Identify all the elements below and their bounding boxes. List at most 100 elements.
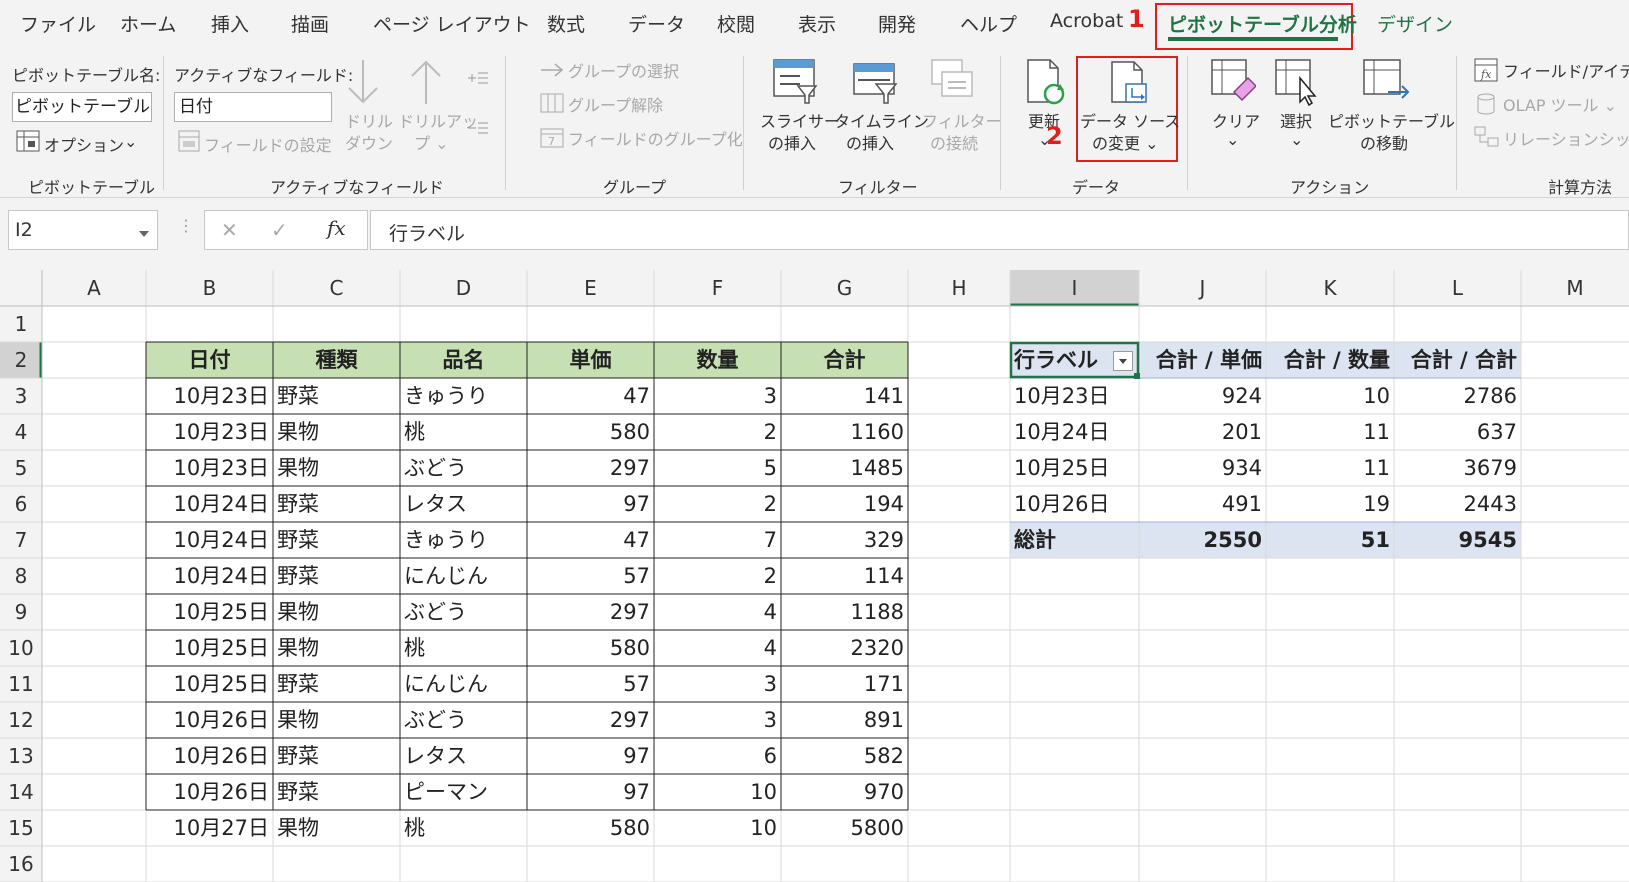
pivot-header-cell[interactable]: 合計 / 合計 <box>1398 342 1517 378</box>
table-header-cell[interactable]: 合計 <box>785 342 904 378</box>
drag-handle-icon[interactable]: ⋮ <box>178 216 194 235</box>
change-data-source-line1[interactable]: データ ソース <box>1080 108 1180 132</box>
table-cell[interactable]: 野菜 <box>277 738 396 774</box>
drill-down-line1[interactable]: ドリル <box>345 108 393 132</box>
table-cell[interactable]: 桃 <box>404 414 523 450</box>
tab-developer[interactable]: 開発 <box>878 10 916 37</box>
column-header-a[interactable]: A <box>42 270 146 306</box>
fields-items-button[interactable]: フィールド/アイテム <box>1503 58 1629 82</box>
table-header-cell[interactable]: 種類 <box>277 342 396 378</box>
table-cell[interactable]: 果物 <box>277 702 396 738</box>
table-header-cell[interactable]: 数量 <box>658 342 777 378</box>
table-cell[interactable]: きゅうり <box>404 378 523 414</box>
column-header-d[interactable]: D <box>400 270 527 306</box>
row-header-12[interactable]: 12 <box>0 702 42 738</box>
table-cell[interactable]: 10月23日 <box>150 378 269 414</box>
tab-insert[interactable]: 挿入 <box>211 10 249 37</box>
table-cell[interactable]: 2 <box>658 486 777 522</box>
column-header-m[interactable]: M <box>1521 270 1629 306</box>
pivot-total-cell[interactable]: 51 <box>1270 522 1390 558</box>
expand-field-icon[interactable] <box>466 70 490 90</box>
table-cell[interactable]: 1188 <box>785 594 904 630</box>
table-cell[interactable]: 果物 <box>277 450 396 486</box>
pivot-cell[interactable]: 11 <box>1270 414 1390 450</box>
table-cell[interactable]: 297 <box>531 594 650 630</box>
pivot-cell[interactable]: 2786 <box>1398 378 1517 414</box>
tab-design[interactable]: デザイン <box>1377 10 1453 37</box>
pivot-cell[interactable]: 2443 <box>1398 486 1517 522</box>
table-cell[interactable]: 97 <box>531 486 650 522</box>
change-data-source-line2[interactable]: の変更 ⌄ <box>1092 130 1159 154</box>
name-box[interactable]: I2 <box>8 210 158 250</box>
tab-page-layout[interactable]: ページ レイアウト <box>373 10 531 37</box>
pivot-cell[interactable]: 11 <box>1270 450 1390 486</box>
table-cell[interactable]: 580 <box>531 810 650 846</box>
row-header-10[interactable]: 10 <box>0 630 42 666</box>
move-pivottable-line2[interactable]: の移動 <box>1360 130 1408 154</box>
pivot-header-cell[interactable]: 合計 / 単価 <box>1143 342 1262 378</box>
table-cell[interactable]: 5800 <box>785 810 904 846</box>
column-header-g[interactable]: G <box>781 270 908 306</box>
table-cell[interactable]: 10月24日 <box>150 522 269 558</box>
insert-function-icon[interactable]: fx <box>327 216 346 240</box>
pivot-cell[interactable]: 10月23日 <box>1014 378 1135 414</box>
column-header-j[interactable]: J <box>1139 270 1266 306</box>
table-cell[interactable]: きゅうり <box>404 522 523 558</box>
table-cell[interactable]: 6 <box>658 738 777 774</box>
field-settings-button[interactable]: フィールドの設定 <box>204 132 332 156</box>
table-cell[interactable]: レタス <box>404 486 523 522</box>
pivot-total-cell[interactable]: 2550 <box>1143 522 1262 558</box>
drill-down-line2[interactable]: ダウン <box>345 130 393 154</box>
column-header-e[interactable]: E <box>527 270 654 306</box>
cancel-icon[interactable]: ✕ <box>221 218 238 242</box>
table-cell[interactable]: 2320 <box>785 630 904 666</box>
table-cell[interactable]: 4 <box>658 594 777 630</box>
table-cell[interactable]: 果物 <box>277 810 396 846</box>
row-header-14[interactable]: 14 <box>0 774 42 810</box>
table-cell[interactable]: 891 <box>785 702 904 738</box>
table-cell[interactable]: 1160 <box>785 414 904 450</box>
table-cell[interactable]: 野菜 <box>277 486 396 522</box>
table-cell[interactable]: 野菜 <box>277 378 396 414</box>
table-cell[interactable]: 580 <box>531 630 650 666</box>
options-button[interactable]: オプション <box>44 132 124 156</box>
table-cell[interactable]: 桃 <box>404 810 523 846</box>
row-header-16[interactable]: 16 <box>0 846 42 882</box>
tab-home[interactable]: ホーム <box>120 10 176 37</box>
row-header-3[interactable]: 3 <box>0 378 42 414</box>
row-header-1[interactable]: 1 <box>0 306 42 342</box>
group-field-button[interactable]: フィールドのグループ化 <box>568 126 743 150</box>
table-header-cell[interactable]: 日付 <box>150 342 269 378</box>
table-cell[interactable]: 1485 <box>785 450 904 486</box>
column-header-k[interactable]: K <box>1266 270 1394 306</box>
collapse-field-icon[interactable] <box>466 120 490 140</box>
tab-draw[interactable]: 描画 <box>291 10 329 37</box>
tab-pivottable-analyze[interactable]: ピボットテーブル分析 <box>1168 10 1357 37</box>
table-cell[interactable]: 297 <box>531 702 650 738</box>
table-cell[interactable]: 171 <box>785 666 904 702</box>
row-header-9[interactable]: 9 <box>0 594 42 630</box>
pivot-cell[interactable]: 934 <box>1143 450 1262 486</box>
table-header-cell[interactable]: 品名 <box>404 342 523 378</box>
table-cell[interactable]: 桃 <box>404 630 523 666</box>
table-cell[interactable]: 10月23日 <box>150 450 269 486</box>
column-header-i[interactable]: I <box>1010 270 1139 306</box>
drill-up-line2[interactable]: プ ⌄ <box>414 130 449 154</box>
olap-tools-button[interactable]: OLAP ツール ⌄ <box>1503 92 1617 116</box>
table-cell[interactable]: 141 <box>785 378 904 414</box>
clear-button[interactable]: クリア <box>1212 108 1260 132</box>
move-pivottable-line1[interactable]: ピボットテーブル <box>1328 108 1455 132</box>
table-cell[interactable]: 野菜 <box>277 774 396 810</box>
column-header-f[interactable]: F <box>654 270 781 306</box>
table-cell[interactable]: 3 <box>658 666 777 702</box>
table-cell[interactable]: 4 <box>658 630 777 666</box>
table-cell[interactable]: にんじん <box>404 558 523 594</box>
pivot-cell[interactable]: 10月24日 <box>1014 414 1135 450</box>
table-cell[interactable]: 10月27日 <box>150 810 269 846</box>
table-cell[interactable]: 3 <box>658 378 777 414</box>
tab-acrobat[interactable]: Acrobat <box>1050 10 1123 32</box>
column-header-l[interactable]: L <box>1394 270 1521 306</box>
table-cell[interactable]: 10月25日 <box>150 630 269 666</box>
table-cell[interactable]: 10月26日 <box>150 738 269 774</box>
table-cell[interactable]: 297 <box>531 450 650 486</box>
